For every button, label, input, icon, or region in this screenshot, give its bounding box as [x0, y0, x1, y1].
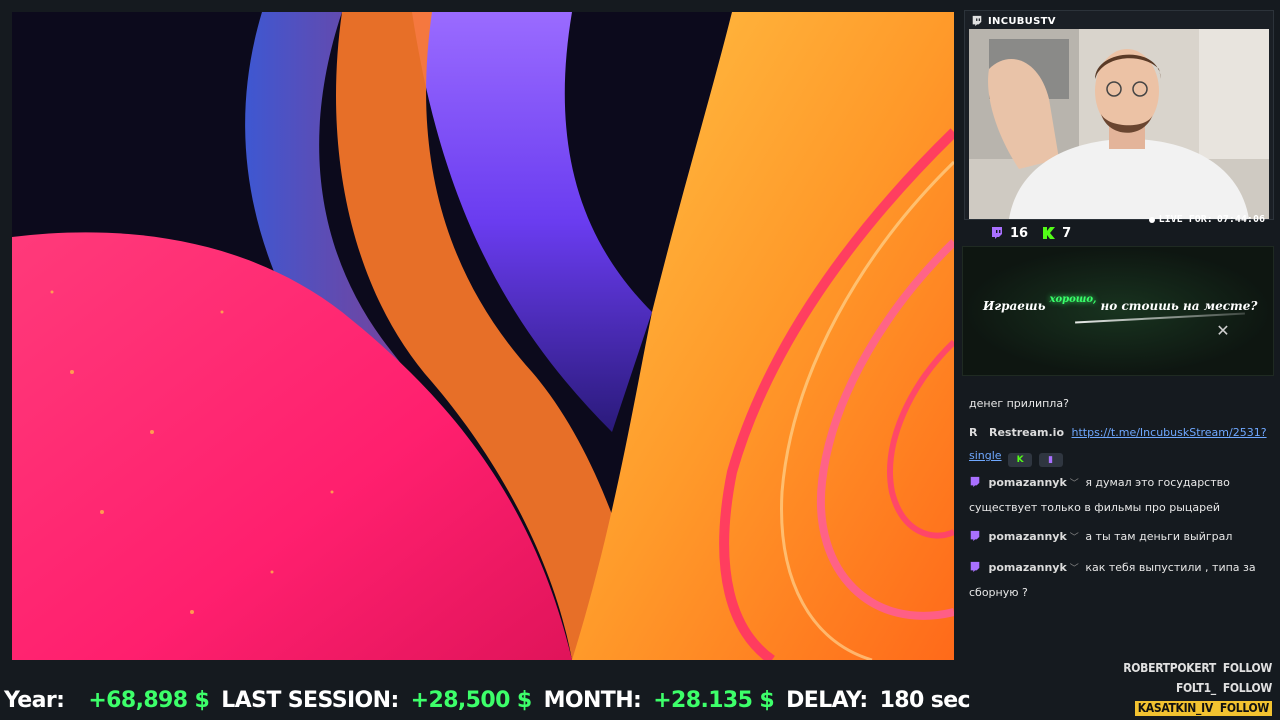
chat-message: R Restream.io https://t.me/IncubuskStrea…	[962, 421, 1274, 467]
twitch-icon	[992, 227, 1002, 239]
streamer-image	[969, 29, 1269, 219]
twitch-icon	[970, 530, 980, 542]
stats-ticker: Year: +68,898 $ LAST SESSION: +28,500 $ …	[0, 680, 971, 720]
twitch-icon	[970, 561, 980, 573]
restream-icon: R	[969, 426, 978, 439]
chat-text: денег прилипла?	[969, 397, 1069, 410]
twitch-icon: ▮	[1038, 453, 1063, 467]
close-icon[interactable]: ✕	[1215, 323, 1231, 339]
viewer-counts: 16 7	[990, 224, 1071, 242]
chevron-down-icon: ﹀	[1069, 479, 1079, 489]
channel-label: INCUBUSTV	[971, 13, 1056, 29]
last-session-value: +28,500 $	[410, 687, 533, 713]
follow-label: FOLLOW	[1222, 681, 1272, 695]
ad-text-part2: но стоишь на месте?	[1100, 299, 1258, 313]
follow-label: FOLLOW	[1219, 701, 1269, 715]
ad-text-part1: Играешь	[983, 299, 1046, 313]
live-time: 07:44:06	[1216, 214, 1265, 225]
follow-label: FOLLOW	[1222, 661, 1272, 675]
chat-text: а ты там деньги выйграл	[1085, 530, 1233, 543]
live-label: LIVE FOR:	[1158, 214, 1213, 225]
year-value: +68,898 $	[88, 687, 210, 713]
chat-message: pomazannyk ﹀ как тебя выпустили , типа за…	[962, 556, 1274, 604]
month-label: MONTH:	[543, 687, 642, 713]
twitch-icon	[972, 15, 982, 27]
year-label: Year:	[4, 687, 65, 713]
delay-label: DELAY:	[786, 687, 868, 713]
follower-name: ROBERTPOKERT	[1123, 661, 1216, 675]
kick-icon: K	[1008, 453, 1033, 467]
kick-viewers: 7	[1042, 226, 1071, 241]
webcam-video	[969, 29, 1269, 219]
chat-link[interactable]: https://t.me/IncubuskStream/2531?	[1072, 426, 1267, 439]
chat-link-continued[interactable]: single	[969, 449, 1002, 462]
twitch-icon	[970, 476, 980, 488]
delay-value: 180 sec	[879, 687, 971, 713]
last-session-label: LAST SESSION:	[221, 687, 399, 713]
kick-viewer-count: 7	[1062, 225, 1072, 241]
chat-source: Restream.io	[988, 426, 1064, 439]
ad-text-accent: хорошо,	[1049, 294, 1097, 305]
chat-username[interactable]: pomazannyk	[989, 561, 1067, 574]
ad-banner[interactable]: Играешь хорошо, но стоишь на месте? ✕	[962, 246, 1274, 376]
follow-entry-latest: KASATKIN_IV FOLLOW	[1134, 701, 1272, 716]
chat-message: денег прилипла?	[962, 392, 1274, 415]
chevron-down-icon: ﹀	[1069, 533, 1079, 543]
chat-username[interactable]: pomazannyk	[989, 476, 1067, 489]
stream-capture	[12, 12, 954, 660]
ad-slogan: Играешь хорошо, но стоишь на месте?	[983, 294, 1258, 313]
follower-name: FOLT1_	[1175, 681, 1216, 695]
follower-name: KASATKIN_IV	[1137, 701, 1213, 715]
abstract-artwork	[12, 12, 954, 660]
recent-follows: ROBERTPOKERT FOLLOW FOLT1_ FOLLOW KASATK…	[1123, 658, 1272, 718]
live-timer: LIVE FOR: 07:44:06	[1148, 214, 1265, 225]
chat-message: pomazannyk ﹀ а ты там деньги выйграл	[962, 525, 1274, 550]
webcam-panel: INCUBUSTV LIVE FOR: 07:44:06	[964, 10, 1274, 225]
chat-username[interactable]: pomazannyk	[989, 530, 1067, 543]
chevron-down-icon: ﹀	[1069, 564, 1079, 574]
twitch-viewers: 16	[990, 226, 1028, 241]
channel-name: INCUBUSTV	[988, 15, 1056, 27]
kick-icon	[1043, 227, 1056, 239]
chat-message: pomazannyk ﹀ я думал это государство суще…	[962, 471, 1274, 519]
chat-panel: денег прилипла? R Restream.io https://t.…	[962, 392, 1274, 622]
follow-entry: FOLT1_ FOLLOW	[1123, 678, 1272, 698]
twitch-viewer-count: 16	[1010, 225, 1029, 241]
live-dot-icon	[1148, 216, 1155, 223]
month-value: +28.135 $	[653, 687, 775, 713]
follow-entry: ROBERTPOKERT FOLLOW	[1123, 658, 1272, 678]
